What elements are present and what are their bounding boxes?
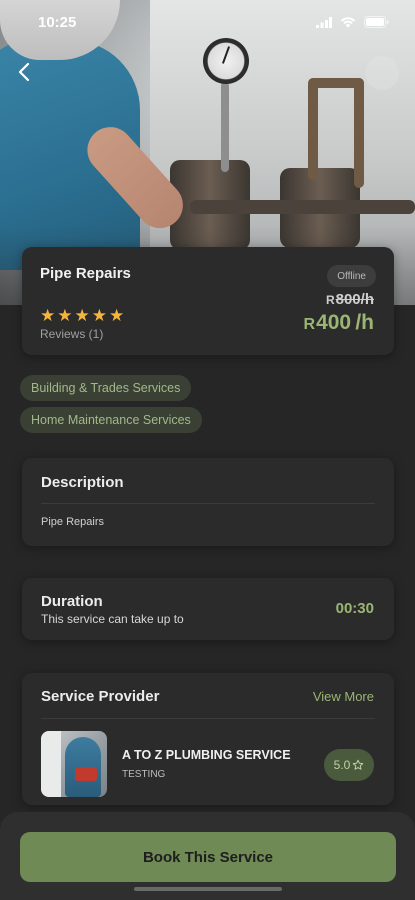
provider-name[interactable]: A TO Z PLUMBING SERVICE [122, 748, 291, 762]
original-price: R800/h [325, 291, 374, 308]
hero-overlay-button[interactable] [365, 56, 399, 90]
divider [41, 718, 375, 719]
description-text: Pipe Repairs [41, 516, 104, 528]
signal-icon [316, 16, 332, 28]
provider-subtitle: TESTING [122, 769, 166, 780]
rating-stars: ★ ★ ★ ★ ★ [40, 308, 124, 325]
service-summary-card: Pipe Repairs Offline ★ ★ ★ ★ ★ Reviews (… [22, 247, 394, 355]
duration-subtitle: This service can take up to [41, 612, 184, 626]
divider [41, 503, 375, 504]
home-indicator [134, 887, 282, 891]
service-provider-card: Service Provider View More A TO Z PLUMBI… [22, 673, 394, 805]
back-button[interactable] [10, 58, 38, 86]
provider-rating-badge: 5.0 [324, 749, 374, 781]
book-service-button[interactable]: Book This Service [20, 832, 396, 882]
category-chip[interactable]: Building & Trades Services [20, 375, 192, 401]
description-card: Description Pipe Repairs [22, 458, 394, 546]
star-icon: ★ [40, 306, 56, 326]
view-more-link[interactable]: View More [313, 689, 374, 704]
provider-heading: Service Provider [41, 688, 160, 705]
star-icon: ★ [57, 306, 73, 326]
reviews-count[interactable]: Reviews (1) [40, 327, 103, 341]
provider-avatar[interactable] [41, 731, 107, 797]
status-time: 10:25 [38, 13, 77, 31]
status-badge: Offline [327, 265, 376, 287]
duration-heading: Duration [41, 593, 103, 610]
star-icon: ★ [91, 306, 107, 326]
chevron-left-icon [18, 62, 30, 82]
provider-rating: 5.0 [333, 758, 351, 772]
star-outline-icon [353, 759, 364, 770]
pressure-gauge [203, 38, 249, 84]
discounted-price: R400 /h [303, 311, 375, 334]
wifi-icon [340, 17, 356, 28]
service-title: Pipe Repairs [40, 265, 131, 282]
duration-value: 00:30 [335, 600, 374, 617]
description-heading: Description [41, 474, 124, 491]
star-icon: ★ [109, 306, 125, 326]
status-bar: 10:25 [0, 0, 415, 44]
battery-icon [364, 16, 389, 28]
star-icon: ★ [74, 306, 90, 326]
duration-card: Duration This service can take up to 00:… [22, 578, 394, 640]
category-chip[interactable]: Home Maintenance Services [20, 407, 202, 433]
